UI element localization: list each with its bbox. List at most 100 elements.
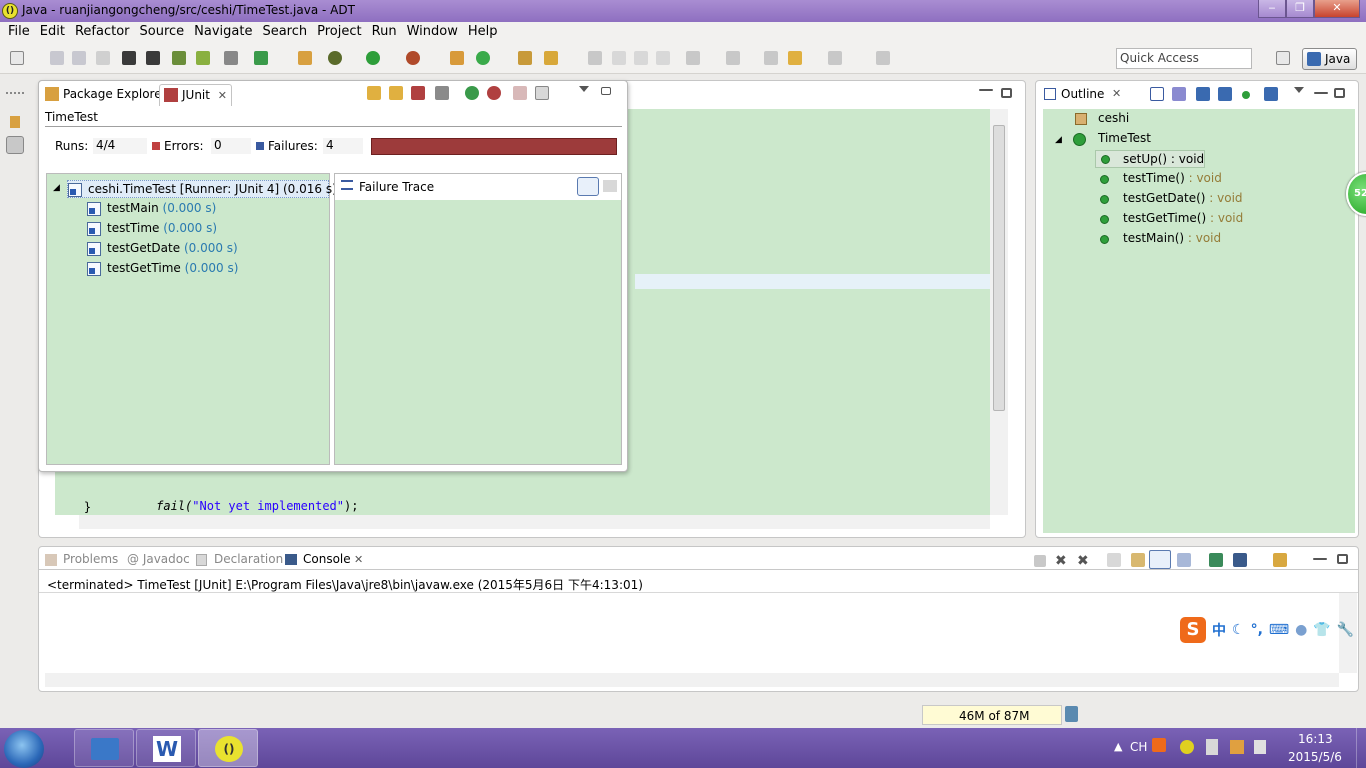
quick-access-input[interactable]: Quick Access — [1116, 48, 1252, 69]
taskbar-word-button[interactable]: W — [136, 729, 196, 767]
editor-vertical-scrollbar[interactable] — [990, 109, 1008, 515]
heap-status[interactable]: 46M of 87M — [922, 705, 1062, 725]
prev-failure-icon[interactable] — [389, 86, 403, 100]
test-tree[interactable]: ◢ ceshi.TimeTest [Runner: JUnit 4] (0.01… — [46, 173, 337, 465]
debug-icon[interactable] — [328, 51, 342, 65]
compare-result-icon[interactable] — [603, 180, 617, 192]
pin-console-icon[interactable] — [1209, 553, 1223, 567]
run-icon[interactable] — [366, 51, 380, 65]
clock-date[interactable]: 2015/5/6 — [1288, 750, 1342, 764]
tab-junit[interactable]: JUnit ✕ — [159, 84, 233, 106]
punctuation-icon[interactable]: °, — [1251, 622, 1263, 638]
run-gc-icon[interactable] — [1065, 706, 1078, 722]
upload-icon[interactable] — [122, 51, 136, 65]
tab-console[interactable]: Console — [303, 552, 351, 566]
show-hidden-icons[interactable]: ▲ — [1114, 740, 1122, 753]
pin-editor-icon[interactable] — [876, 51, 890, 65]
scroll-lock-icon[interactable] — [435, 86, 449, 100]
next-failure-icon[interactable] — [367, 86, 381, 100]
wrench-icon[interactable]: 🔧 — [1337, 622, 1354, 638]
tab-package-explorer[interactable]: Package Explorer — [41, 84, 171, 106]
terminate-icon[interactable] — [1034, 555, 1046, 567]
volume-icon[interactable] — [1254, 740, 1266, 754]
sogou-tray-icon[interactable] — [1152, 738, 1166, 752]
open-console-icon[interactable] — [1273, 553, 1287, 567]
menu-navigate[interactable]: Navigate — [190, 22, 258, 42]
new-project-icon[interactable] — [298, 51, 312, 65]
scroll-lock-console-icon[interactable] — [1131, 553, 1145, 567]
open-type-icon[interactable] — [518, 51, 532, 65]
outline-view-menu-icon[interactable] — [1294, 87, 1304, 93]
forward-icon[interactable] — [828, 51, 842, 65]
user-icon[interactable]: ● — [1295, 622, 1307, 638]
show-on-output-icon[interactable] — [1177, 553, 1191, 567]
menu-source[interactable]: Source — [136, 22, 191, 42]
package-explorer-trim-icon[interactable] — [10, 116, 20, 128]
console-output-area[interactable] — [39, 593, 1339, 673]
hide-static-icon[interactable] — [1218, 87, 1232, 101]
back-icon[interactable] — [788, 51, 802, 65]
clock-time[interactable]: 16:13 — [1298, 732, 1333, 746]
annotation-icon[interactable] — [588, 51, 602, 65]
tray-app-icon[interactable] — [1180, 740, 1194, 754]
prev-annotation-icon[interactable] — [726, 51, 740, 65]
show-whitespace-icon[interactable] — [656, 51, 670, 65]
external-tools-icon[interactable] — [406, 51, 420, 65]
next-annotation-icon[interactable] — [686, 51, 700, 65]
close-icon[interactable]: ✕ — [354, 553, 363, 566]
moon-icon[interactable]: ☾ — [1232, 622, 1245, 638]
console-minimize-icon[interactable] — [1313, 558, 1327, 560]
menu-file[interactable]: File — [4, 22, 36, 42]
word-wrap-icon[interactable] — [1149, 550, 1171, 569]
outline-minimize-icon[interactable] — [1314, 92, 1328, 94]
adt-app-icon[interactable]: () — [2, 3, 18, 19]
menu-project[interactable]: Project — [313, 22, 367, 42]
open-perspective-icon[interactable] — [1276, 51, 1290, 65]
usb-icon[interactable] — [1206, 739, 1218, 755]
shirt-icon[interactable]: 👕 — [1313, 622, 1330, 638]
tab-declaration[interactable]: Declaration — [214, 552, 283, 566]
console-maximize-icon[interactable] — [1337, 554, 1348, 564]
java-perspective-button[interactable]: Java — [1302, 48, 1357, 70]
display-console-icon[interactable] — [1233, 553, 1247, 567]
block-selection-icon[interactable] — [634, 51, 648, 65]
failure-trace-pane[interactable]: Failure Trace — [334, 173, 622, 465]
stop-test-icon[interactable] — [513, 86, 527, 100]
remove-all-terminated-icon[interactable]: ✖ — [1077, 553, 1091, 569]
editor-horizontal-scrollbar[interactable] — [79, 515, 990, 529]
sogou-logo-icon[interactable]: S — [1180, 617, 1206, 643]
tab-problems[interactable]: Problems — [63, 552, 118, 566]
tree-expand-icon[interactable]: ◢ — [53, 183, 60, 201]
test-suite-row[interactable]: ceshi.TimeTest [Runner: JUnit 4] (0.016 … — [67, 180, 337, 198]
collapse-all-icon[interactable] — [1150, 87, 1164, 101]
avd-manager-icon[interactable] — [196, 51, 210, 65]
ime-chinese-mode[interactable]: 中 — [1212, 620, 1226, 640]
show-desktop-button[interactable] — [1356, 728, 1366, 768]
test-history-icon[interactable] — [535, 86, 549, 100]
menu-window[interactable]: Window — [403, 22, 464, 42]
view-restore-icon[interactable] — [601, 87, 611, 95]
new-class-icon[interactable] — [476, 51, 490, 65]
outline-method-setup[interactable]: setUp() : void — [1095, 150, 1205, 168]
save-icon[interactable] — [50, 51, 64, 65]
network-icon[interactable] — [1230, 740, 1244, 754]
rerun-failures-first-icon[interactable] — [487, 86, 501, 100]
android-sdk-icon[interactable] — [172, 51, 186, 65]
filter-stack-icon[interactable] — [577, 177, 599, 196]
hide-fields-icon[interactable] — [1196, 87, 1210, 101]
editor-maximize-icon[interactable] — [1001, 88, 1012, 98]
outline-tab-label[interactable]: Outline — [1061, 87, 1104, 101]
close-button[interactable]: ✕ — [1314, 0, 1360, 18]
print-icon[interactable] — [96, 51, 110, 65]
keyboard-icon[interactable]: ⌨ — [1269, 622, 1289, 638]
menu-run[interactable]: Run — [368, 22, 403, 42]
last-edit-icon[interactable] — [764, 51, 778, 65]
taskbar-explorer-button[interactable] — [74, 729, 134, 767]
hide-local-types-icon[interactable] — [1264, 87, 1278, 101]
clear-console-icon[interactable] — [1107, 553, 1121, 567]
lint-icon[interactable] — [224, 51, 238, 65]
restore-button[interactable]: ❐ — [1286, 0, 1314, 18]
view-menu-icon[interactable] — [579, 86, 589, 92]
menu-search[interactable]: Search — [258, 22, 313, 42]
remove-launch-icon[interactable]: ✖ — [1055, 553, 1069, 569]
